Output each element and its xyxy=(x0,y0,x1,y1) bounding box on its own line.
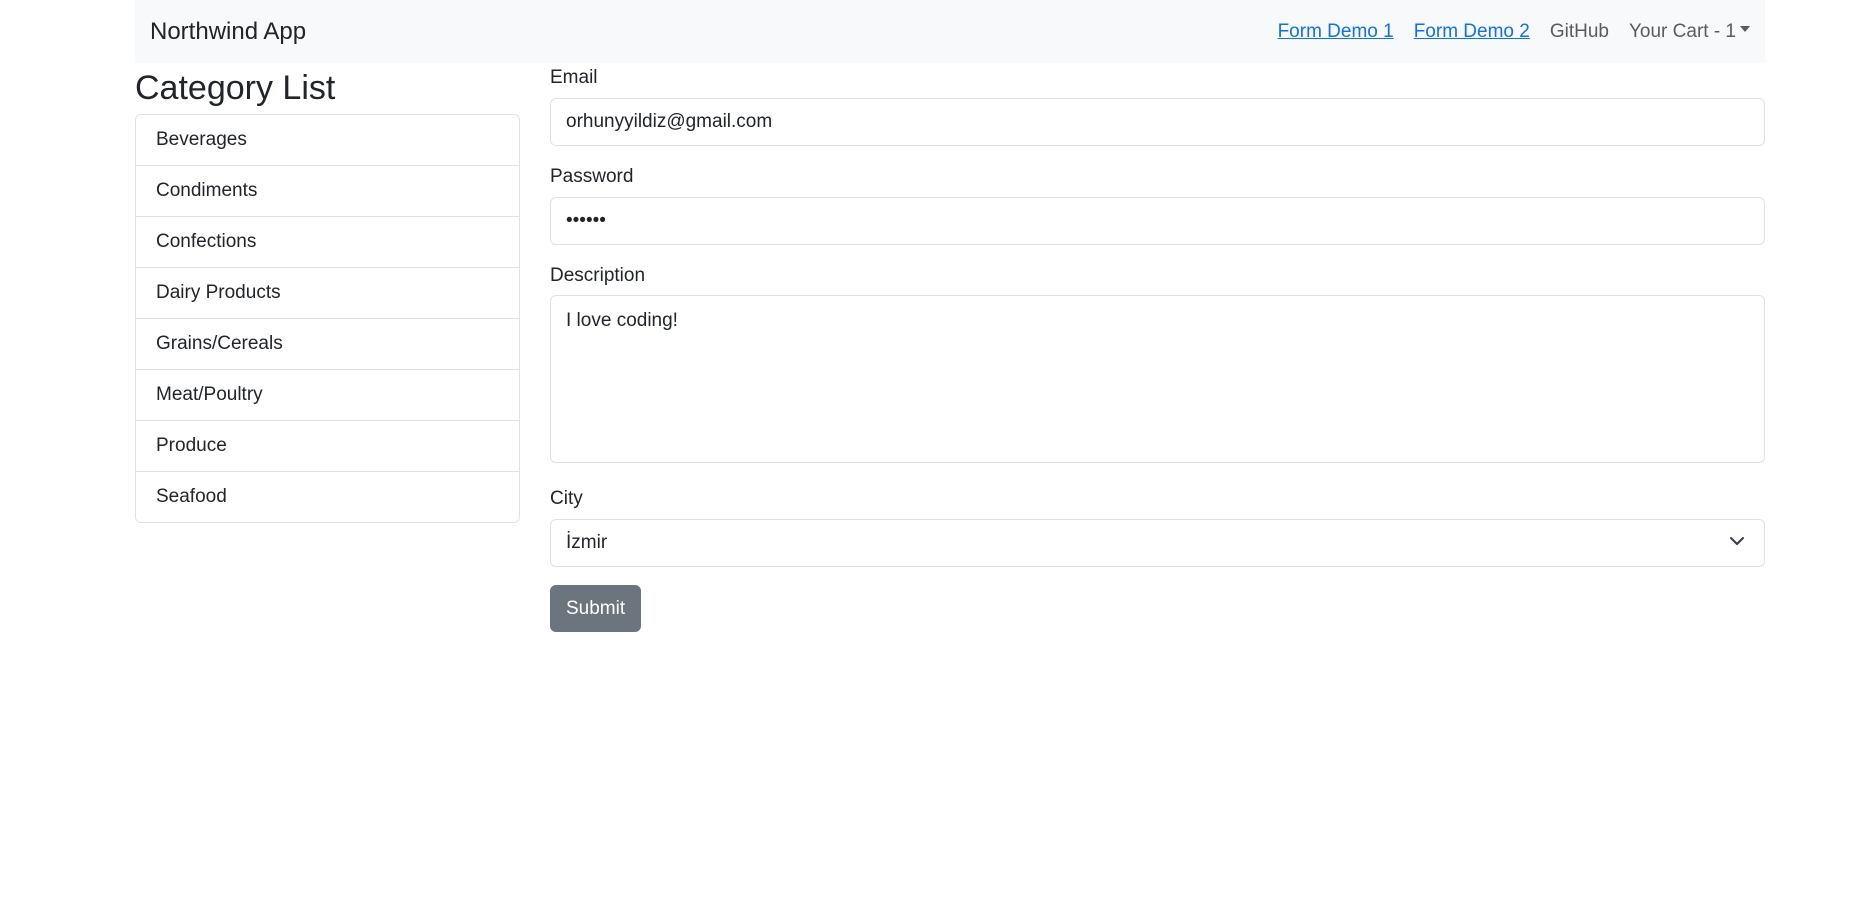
category-sidebar: Category List Beverages Condiments Confe… xyxy=(135,67,520,632)
content-row: Category List Beverages Condiments Confe… xyxy=(135,67,1765,633)
caret-down-icon xyxy=(1740,26,1750,33)
email-label: Email xyxy=(550,67,598,88)
category-list-title: Category List xyxy=(135,69,336,107)
category-item-dairy-products[interactable]: Dairy Products xyxy=(136,268,519,320)
password-field[interactable] xyxy=(550,196,1765,245)
navbar: Northwind App Form Demo 1 Form Demo 2 Gi… xyxy=(135,0,1765,63)
form-panel: Email Password Description I love coding… xyxy=(550,67,1765,633)
category-item-produce[interactable]: Produce xyxy=(136,421,519,473)
city-label: City xyxy=(550,488,583,510)
category-item-meat-poultry[interactable]: Meat/Poultry xyxy=(136,370,519,422)
city-group: City İzmir xyxy=(550,488,1765,568)
brand-link[interactable]: Northwind App xyxy=(150,18,306,46)
category-item-beverages[interactable]: Beverages xyxy=(136,115,519,167)
email-group: Email xyxy=(550,67,1765,146)
cart-dropdown-toggle[interactable]: Your Cart - 1 xyxy=(1629,21,1750,43)
chevron-down-icon xyxy=(1730,537,1744,546)
nav-link-form-demo-2[interactable]: Form Demo 2 xyxy=(1414,21,1530,43)
category-list: Beverages Condiments Confections Dairy P… xyxy=(135,114,520,524)
password-group: Password xyxy=(550,166,1765,245)
category-item-seafood[interactable]: Seafood xyxy=(136,472,519,523)
cart-dropdown-label: Your Cart - 1 xyxy=(1628,20,1736,42)
city-select-wrapper: İzmir xyxy=(550,519,1765,568)
category-item-grains-cereals[interactable]: Grains/Cereals xyxy=(136,319,519,371)
city-selected-value: İzmir xyxy=(566,532,608,554)
nav-link-github[interactable]: GitHub xyxy=(1550,21,1609,43)
city-select[interactable]: İzmir xyxy=(550,519,1765,568)
password-label: Password xyxy=(550,165,634,187)
description-textarea[interactable]: I love coding! xyxy=(550,295,1765,464)
category-item-confections[interactable]: Confections xyxy=(136,217,519,269)
email-field[interactable] xyxy=(550,97,1765,146)
nav-links: Form Demo 1 Form Demo 2 GitHub Your Cart… xyxy=(1278,21,1750,43)
description-label: Description xyxy=(550,264,646,286)
nav-link-form-demo-1[interactable]: Form Demo 1 xyxy=(1278,21,1394,43)
description-group: Description I love coding! xyxy=(550,265,1765,469)
category-item-condiments[interactable]: Condiments xyxy=(136,166,519,218)
app-container: Northwind App Form Demo 1 Form Demo 2 Gi… xyxy=(135,0,1765,633)
submit-button[interactable]: Submit xyxy=(550,585,642,633)
